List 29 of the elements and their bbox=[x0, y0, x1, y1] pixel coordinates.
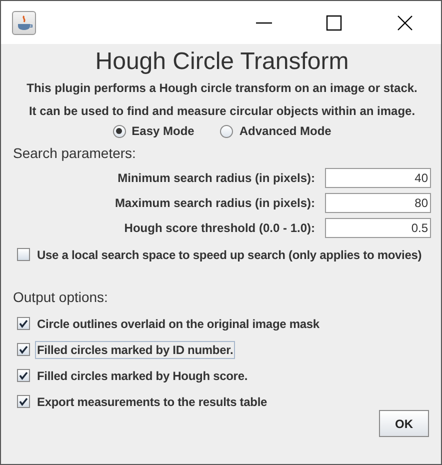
radio-label[interactable]: Easy Mode bbox=[132, 124, 194, 138]
field-label: Maximum search radius (in pixels): bbox=[114, 196, 315, 210]
checkbox[interactable] bbox=[17, 369, 30, 382]
checkbox[interactable] bbox=[17, 343, 30, 356]
checkbox[interactable] bbox=[17, 395, 30, 408]
radio-button[interactable] bbox=[112, 124, 126, 138]
checkbox-label[interactable]: Filled circles marked by Hough score. bbox=[35, 366, 250, 384]
checkbox-label[interactable]: Export measurements to the results table bbox=[35, 392, 270, 410]
dialog-title: Hough Circle Transform bbox=[94, 47, 350, 77]
radio-button[interactable] bbox=[220, 124, 234, 138]
description-text: It can be used to find and measure circular objects within an image. bbox=[28, 103, 416, 120]
ok-button[interactable]: OK bbox=[379, 410, 429, 437]
input-field[interactable]: 40 bbox=[325, 168, 431, 188]
checkbox-label[interactable]: Use a local search space to speed up search (only applies to movies) bbox=[35, 246, 424, 264]
input-field[interactable]: 80 bbox=[325, 193, 431, 213]
radio-label[interactable]: Advanced Mode bbox=[239, 124, 332, 138]
field-label: Hough score threshold (0.0 - 1.0): bbox=[124, 221, 315, 235]
section-heading: Search parameters: bbox=[13, 144, 137, 163]
checkbox-label[interactable]: Circle outlines overlaid on the original image mask bbox=[35, 314, 322, 332]
checkbox-label[interactable]: Filled circles marked by ID number. bbox=[35, 340, 236, 358]
maximize-icon[interactable] bbox=[324, 12, 344, 32]
app-icon bbox=[12, 10, 36, 34]
description-text: This plugin performs a Hough circle transform on an image or stack. bbox=[26, 80, 418, 97]
field-label: Minimum search radius (in pixels): bbox=[118, 171, 315, 185]
checkbox[interactable] bbox=[17, 317, 30, 330]
section-heading: Output options: bbox=[13, 288, 109, 307]
checkbox[interactable] bbox=[17, 248, 30, 261]
close-icon[interactable] bbox=[395, 12, 415, 32]
input-field[interactable]: 0.5 bbox=[325, 218, 431, 238]
